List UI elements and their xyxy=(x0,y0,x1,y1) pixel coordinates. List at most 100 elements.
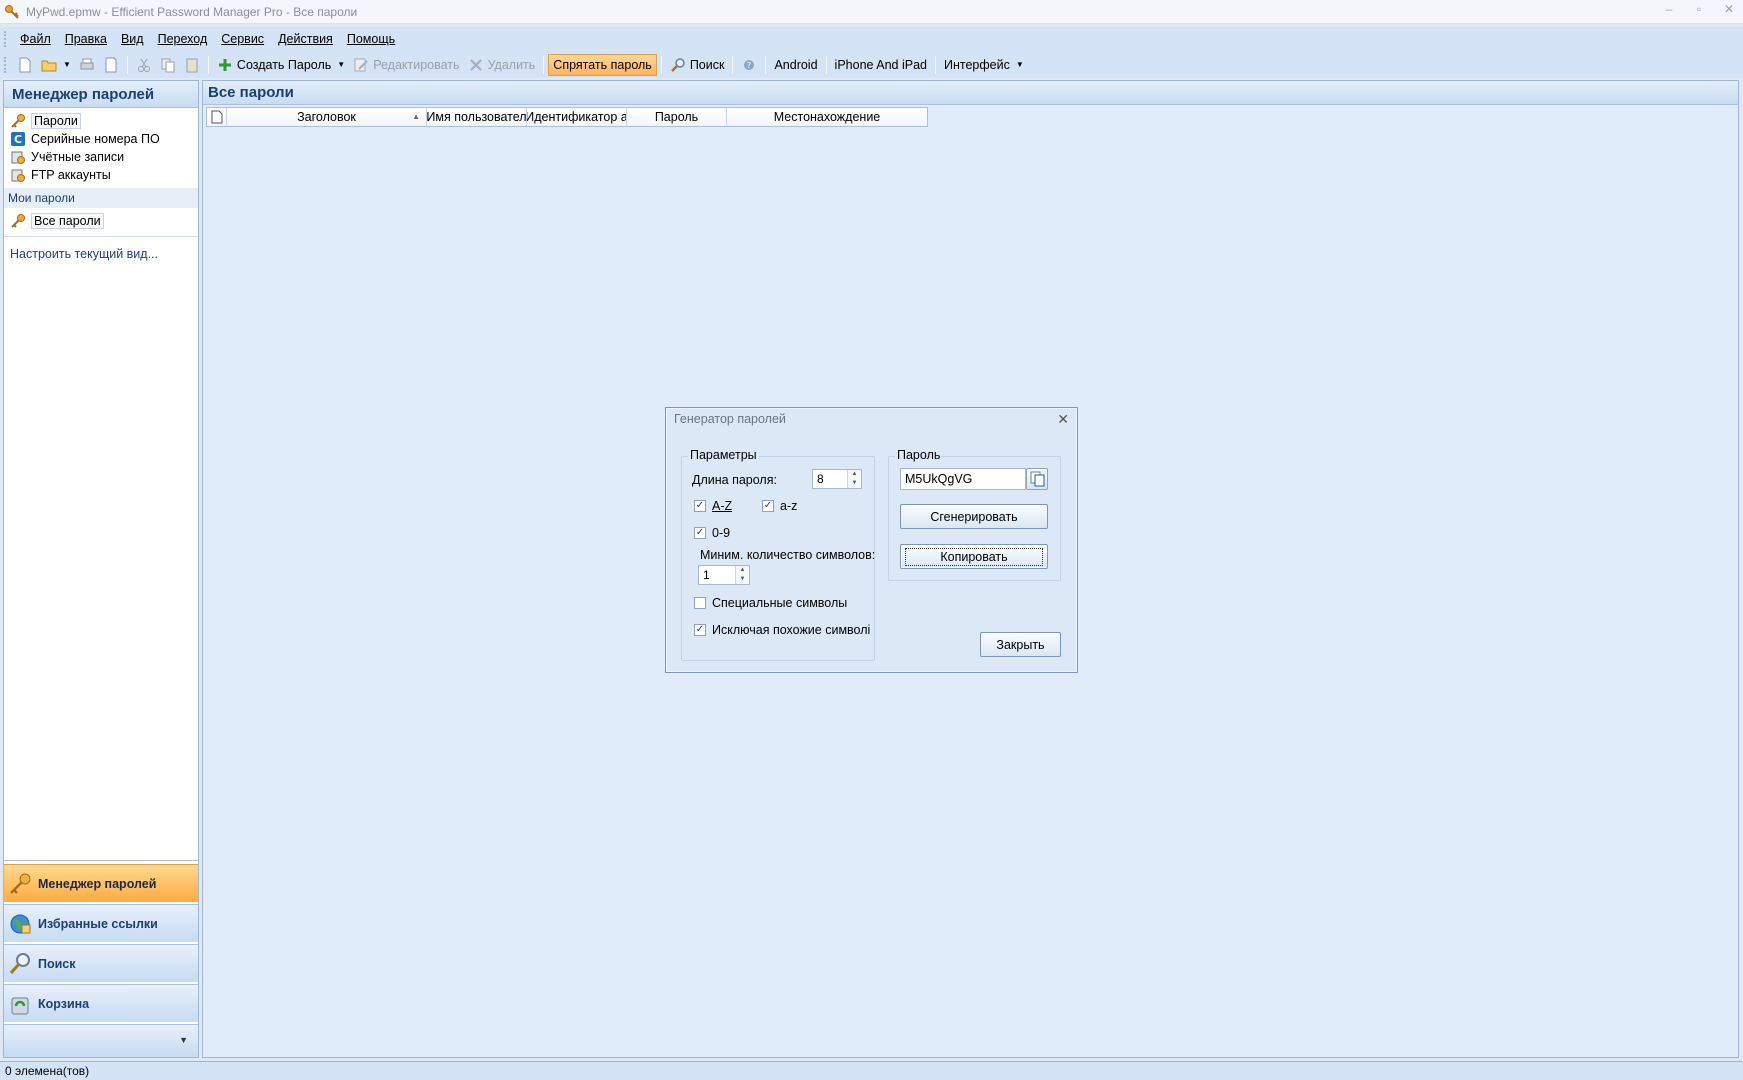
menu-file[interactable]: Файл xyxy=(13,32,58,46)
ftp-icon xyxy=(10,167,26,183)
print-button[interactable] xyxy=(75,54,99,76)
navigation-pane: Менеджер паролей Пароли C Серийные номер… xyxy=(3,80,199,1058)
my-passwords-tree: Все пароли xyxy=(4,208,198,230)
tree-item-ftp[interactable]: FTP аккаунты xyxy=(10,166,198,184)
column-title[interactable]: Заголовок ▲ xyxy=(227,108,427,126)
column-username[interactable]: Имя пользовател xyxy=(427,108,527,126)
nav-password-manager[interactable]: Менеджер паролей xyxy=(4,864,198,902)
password-group-label: Пароль xyxy=(895,448,943,462)
tree-item-all-passwords[interactable]: Все пароли xyxy=(10,212,198,230)
lowercase-label: a-z xyxy=(780,499,798,513)
min-count-label: Миним. количество символов: xyxy=(700,548,876,562)
account-icon xyxy=(10,149,26,165)
parameters-group-label: Параметры xyxy=(688,448,759,462)
key-icon xyxy=(10,113,26,129)
exclude-similar-checkbox[interactable]: ✓ Исключая похожие символі xyxy=(694,623,870,637)
tree-item-accounts[interactable]: Учётные записи xyxy=(10,148,198,166)
edit-button[interactable]: Редактировать xyxy=(349,54,463,76)
help-button[interactable]: ? xyxy=(737,54,761,76)
delete-x-icon xyxy=(468,57,484,73)
nav-favorite-links[interactable]: Избранные ссылки xyxy=(4,904,198,942)
toolbar-separator xyxy=(935,55,936,74)
plus-icon xyxy=(217,57,233,73)
interface-menu-button[interactable]: Интерфейс ▼ xyxy=(940,54,1028,76)
copy-button[interactable]: Копировать xyxy=(900,544,1048,569)
lowercase-checkbox[interactable]: ✓ a-z xyxy=(762,499,797,513)
chevron-down-icon: ▼ xyxy=(1015,60,1024,69)
new-file-button[interactable] xyxy=(13,54,37,76)
delete-label: Удалить xyxy=(487,57,536,72)
close-window-icon[interactable]: ✕ xyxy=(1721,2,1737,16)
toolbar-separator xyxy=(732,55,734,74)
generate-button[interactable]: Сгенерировать xyxy=(900,504,1048,529)
toolbar-separator xyxy=(207,55,209,74)
close-label: Закрыть xyxy=(996,637,1045,652)
search-button[interactable]: Поиск xyxy=(666,54,729,76)
generated-password-field[interactable]: M5UkQgVG xyxy=(900,468,1026,490)
serial-c-icon: C xyxy=(10,131,26,147)
copy-to-clipboard-icon[interactable] xyxy=(1026,468,1048,490)
menu-actions[interactable]: Действия xyxy=(271,32,340,46)
menu-edit[interactable]: Правка xyxy=(58,32,114,46)
iphone-button[interactable]: iPhone And iPad xyxy=(831,54,931,76)
menu-bar: Файл Правка Вид Переход Сервис Действия … xyxy=(0,27,1743,51)
menu-go[interactable]: Переход xyxy=(151,32,215,46)
sort-ascending-icon: ▲ xyxy=(412,112,420,121)
paste-button[interactable] xyxy=(180,54,204,76)
toolbar-grip xyxy=(4,56,7,73)
tree-item-serials[interactable]: C Серийные номера ПО xyxy=(10,130,198,148)
maximize-icon[interactable]: ▫ xyxy=(1691,2,1707,16)
parameters-group: Параметры Длина пароля: 8 ▲ ▼ ✓ A-Z ✓ a-z… xyxy=(681,448,876,661)
column-identifier[interactable]: Идентификатор а xyxy=(527,108,627,126)
window-title: MyPwd.epmw - Efficient Password Manager … xyxy=(26,4,358,19)
digits-label: 0-9 xyxy=(712,526,731,540)
nav-recycle-bin[interactable]: Корзина xyxy=(4,984,198,1022)
close-button[interactable]: Закрыть xyxy=(980,632,1061,657)
recycle-bin-icon xyxy=(8,992,32,1016)
print-preview-button[interactable] xyxy=(99,54,123,76)
column-username-label: Имя пользовател xyxy=(427,110,527,124)
checkbox-box: ✓ xyxy=(694,500,706,512)
length-spinner[interactable]: 8 ▲ ▼ xyxy=(812,469,862,489)
toolbar: ▼ Создать Пароль ▼ Редактировать Удалить … xyxy=(0,51,1743,78)
uppercase-checkbox[interactable]: ✓ A-Z xyxy=(694,499,732,513)
spinner-arrows-icon[interactable]: ▲ ▼ xyxy=(735,566,749,584)
nav-search[interactable]: Поиск xyxy=(4,944,198,982)
column-password[interactable]: Пароль xyxy=(627,108,727,126)
column-title-label: Заголовок xyxy=(297,110,356,124)
open-button[interactable]: ▼ xyxy=(37,54,75,76)
nav-label: Избранные ссылки xyxy=(38,916,158,931)
dialog-title: Генератор паролей xyxy=(674,412,786,426)
special-chars-checkbox[interactable]: Специальные символы xyxy=(694,596,847,610)
android-button[interactable]: Android xyxy=(770,54,821,76)
digits-checkbox[interactable]: ✓ 0-9 xyxy=(694,526,730,540)
toolbar-separator xyxy=(543,55,545,74)
special-chars-label: Специальные символы xyxy=(712,596,848,610)
customize-view-link[interactable]: Настроить текущий вид... xyxy=(4,247,198,261)
column-location-label: Местонахождение xyxy=(773,110,881,124)
create-password-button[interactable]: Создать Пароль ▼ xyxy=(213,54,349,76)
tree-item-passwords[interactable]: Пароли xyxy=(10,112,198,130)
svg-text:?: ? xyxy=(747,61,751,70)
tree-item-label: FTP аккаунты xyxy=(31,168,111,182)
divider xyxy=(4,236,198,237)
menu-service[interactable]: Сервис xyxy=(214,32,271,46)
min-count-spinner[interactable]: 1 ▲ ▼ xyxy=(698,565,750,585)
copy-button[interactable] xyxy=(156,54,180,76)
column-location[interactable]: Местонахождение xyxy=(727,108,927,126)
tree-item-label: Серийные номера ПО xyxy=(31,132,160,146)
hide-password-button[interactable]: Спрятать пароль xyxy=(548,53,657,76)
menu-view[interactable]: Вид xyxy=(114,32,151,46)
delete-button[interactable]: Удалить xyxy=(464,54,540,76)
svg-text:C: C xyxy=(14,133,22,146)
minimize-icon[interactable]: – xyxy=(1661,2,1677,16)
column-type[interactable] xyxy=(207,108,227,126)
cut-button[interactable] xyxy=(132,54,156,76)
item-count: 0 элемена(тов) xyxy=(5,1064,90,1078)
chevron-down-icon[interactable]: ▼ xyxy=(179,1035,188,1045)
menu-help[interactable]: Помощь xyxy=(340,32,402,46)
spinner-arrows-icon[interactable]: ▲ ▼ xyxy=(847,470,861,488)
close-icon[interactable]: ✕ xyxy=(1057,411,1069,428)
min-count-value: 1 xyxy=(703,568,710,582)
password-generator-dialog: Генератор паролей ✕ Параметры Длина паро… xyxy=(665,407,1078,673)
